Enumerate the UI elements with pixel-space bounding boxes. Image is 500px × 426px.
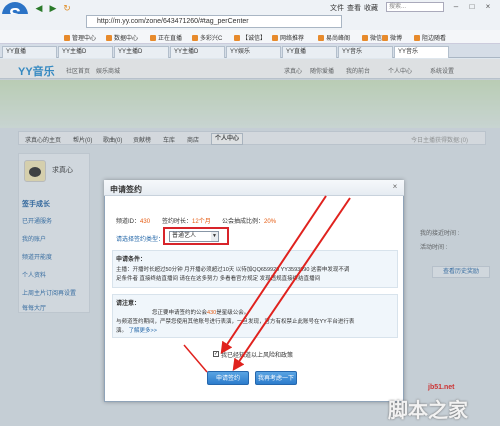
notice-line: 与频道签约期间，严禁您使用其他账号进行表演，一旦发现，官方有权禁止此账号在YY平… xyxy=(116,319,355,325)
minimize-icon[interactable]: – xyxy=(450,2,462,11)
menu-favorites[interactable]: 收藏 xyxy=(364,3,378,13)
address-bar[interactable]: http://m.yy.com/zone/643471260/#tag_perC… xyxy=(86,15,342,28)
agree-label: 我已经知道以上风险和政策 xyxy=(221,353,294,359)
menu-file[interactable]: 文件 xyxy=(330,3,344,13)
bookmark-item[interactable]: 阻边随看 xyxy=(414,33,446,42)
bookmark-item[interactable]: 管理中心 xyxy=(64,33,96,42)
notice-title: 请注意： xyxy=(116,301,141,307)
close-icon[interactable]: × xyxy=(390,182,400,192)
notice-line: 您正要申请签约的公会430是星级公会。 xyxy=(152,310,250,316)
sign-contract-dialog xyxy=(104,180,404,402)
refresh-icon[interactable]: ↻ xyxy=(62,3,72,13)
browser-tab[interactable]: YY主播D xyxy=(170,46,225,58)
contract-duration: 签约时长：12个月 xyxy=(162,219,211,225)
contract-type-label: 请选择签约类型： xyxy=(116,237,165,243)
dialog-titlebar xyxy=(104,180,404,196)
commission-rate: 公会抽成比例：20% xyxy=(222,219,277,225)
learn-more-link[interactable]: 了解更多>> xyxy=(129,328,157,334)
forward-icon[interactable]: ▶ xyxy=(48,3,58,13)
browser-tab-active[interactable]: YY音乐 xyxy=(394,46,449,58)
browser-tab[interactable]: YY直播 xyxy=(282,46,337,58)
watermark-name: 脚本之家 xyxy=(388,400,468,422)
browser-tab[interactable]: YY主播D xyxy=(114,46,169,58)
submit-contract-button[interactable]: 申请签约 xyxy=(207,371,249,385)
reconsider-button[interactable]: 我再考虑一下 xyxy=(255,371,297,385)
bookmark-item[interactable]: 数据中心 xyxy=(106,33,138,42)
browser-search-input[interactable]: 搜索... xyxy=(386,2,444,12)
menu-view[interactable]: 查看 xyxy=(347,3,361,13)
maximize-icon[interactable]: □ xyxy=(466,2,478,11)
bookmark-item[interactable]: 网络推荐 xyxy=(272,33,304,42)
bookmark-item[interactable]: 多彩兴C xyxy=(192,33,222,42)
bookmark-item[interactable]: 微博 xyxy=(382,33,402,42)
agree-checkbox[interactable]: ✓ xyxy=(213,351,219,357)
back-icon[interactable]: ◀ xyxy=(34,3,44,13)
highlight-box xyxy=(163,227,229,245)
watermark-site: jb51.net xyxy=(428,384,455,391)
browser-tab[interactable]: YY娱乐 xyxy=(226,46,281,58)
bookmark-item[interactable]: 易尚峰阁 xyxy=(318,33,350,42)
channel-id: 频道ID：430 xyxy=(116,219,151,225)
conditions-text: 主播：开播时长超过50分钟 月开播必须超过10天 以待加QQ659929 YY3… xyxy=(116,267,350,273)
close-window-icon[interactable]: × xyxy=(482,2,494,11)
bookmark-item[interactable]: 微信 xyxy=(362,33,382,42)
conditions-text: 足条件者 直接终结直播间 请在在这多努力 多看看官方规定 发现违规直接终结直播间 xyxy=(116,276,321,282)
bookmark-item[interactable]: 正在直播 xyxy=(150,33,182,42)
browser-tab[interactable]: YY主播D xyxy=(58,46,113,58)
browser-tab[interactable]: YY直播 xyxy=(2,46,57,58)
dialog-title: 申请签约 xyxy=(110,185,142,194)
browser-tab[interactable]: YY音乐 xyxy=(338,46,393,58)
bookmark-item[interactable]: 【诚信】 xyxy=(234,33,266,42)
notice-line: 演。 了解更多>> xyxy=(116,328,157,334)
conditions-title: 申请条件： xyxy=(116,257,147,263)
